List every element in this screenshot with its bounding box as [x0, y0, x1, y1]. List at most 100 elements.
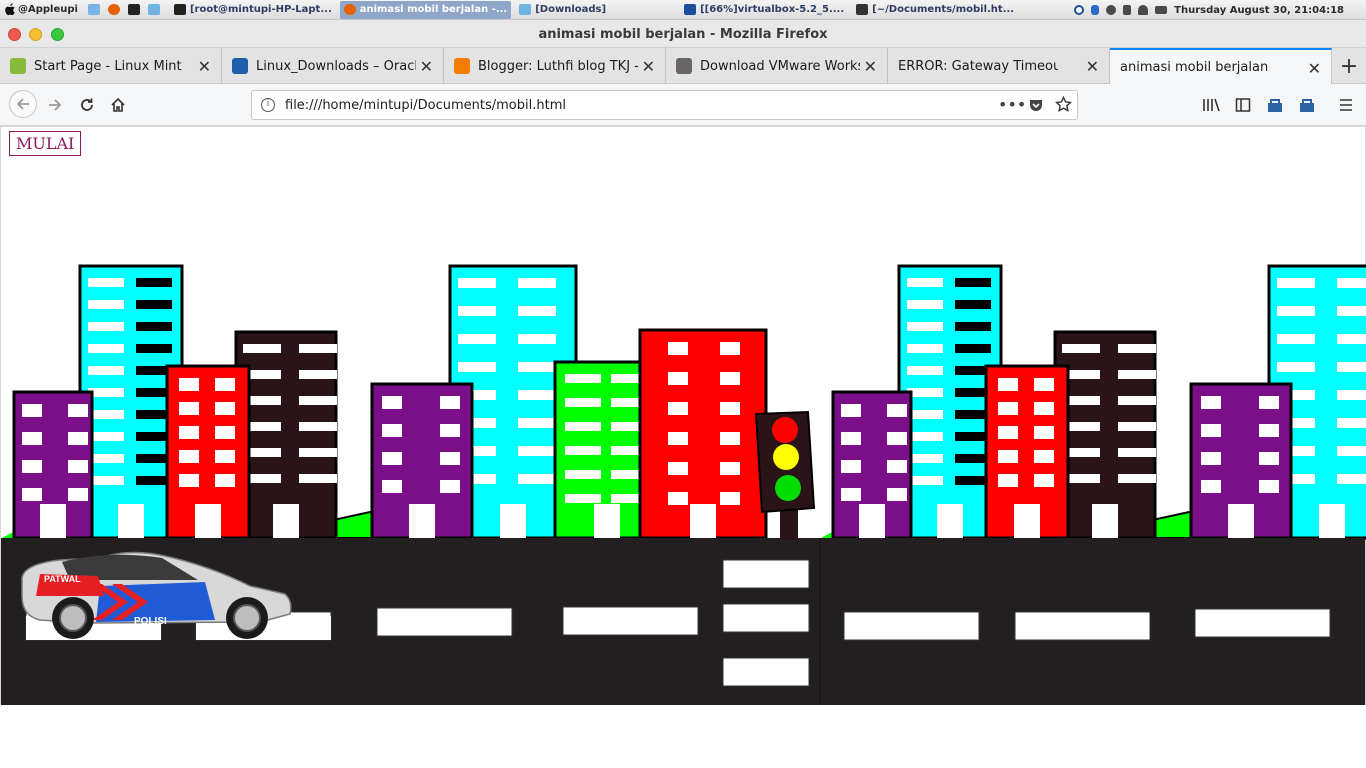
info-icon[interactable]: i	[261, 98, 275, 112]
building-window	[88, 278, 124, 287]
building-window	[88, 366, 124, 375]
building-window	[22, 432, 42, 445]
extension-icon-2[interactable]	[1298, 96, 1316, 114]
close-tab-icon[interactable]: ✕	[420, 57, 433, 76]
clock[interactable]: Thursday August 30, 21:04:18	[1174, 5, 1344, 16]
window-title: animasi mobil berjalan - Mozilla Firefox	[538, 27, 828, 42]
city-skyline-repeat	[821, 264, 1366, 540]
building-window	[1259, 424, 1279, 437]
building-window	[1118, 422, 1156, 431]
building-window	[907, 344, 943, 353]
building-window	[518, 278, 556, 288]
pocket-icon[interactable]	[1028, 97, 1044, 113]
terminal-launcher-icon[interactable]	[127, 1, 144, 19]
hamburger-menu-icon[interactable]	[1338, 97, 1354, 113]
close-tab-icon[interactable]: ✕	[1308, 59, 1321, 78]
building-window	[565, 446, 601, 455]
building-window	[1062, 344, 1100, 353]
taskbar-item-firefox[interactable]: animasi mobil berjalan -...	[339, 0, 512, 19]
tab-label: ERROR: Gateway Timeout	[898, 58, 1058, 74]
car-side-label: POLISI	[134, 616, 167, 627]
page-content: PATWAL POLISI MULAI	[0, 126, 1366, 768]
close-tab-icon[interactable]: ✕	[198, 57, 211, 76]
start-button[interactable]: MULAI	[9, 131, 82, 156]
building-window	[1034, 474, 1054, 487]
building-window	[382, 480, 402, 493]
building-window	[136, 278, 172, 287]
building-window	[299, 422, 337, 431]
user-icon[interactable]	[1106, 5, 1117, 15]
window-titlebar[interactable]: animasi mobil berjalan - Mozilla Firefox	[0, 20, 1366, 48]
building-window	[22, 488, 42, 501]
library-icon[interactable]	[1202, 97, 1220, 113]
building-window	[998, 402, 1018, 415]
building-window	[668, 462, 688, 475]
building-window	[668, 492, 688, 505]
building-window	[565, 422, 601, 431]
taskbar-item-terminal[interactable]: [root@mintupi-HP-Lapt...	[170, 1, 336, 19]
tab-start-page[interactable]: Start Page - Linux Mint ✕	[0, 48, 222, 84]
building-window	[518, 306, 556, 316]
home-button[interactable]	[105, 92, 131, 118]
tab-linux-downloads[interactable]: Linux_Downloads – Oracle VM ✕	[222, 48, 444, 84]
extension-icon[interactable]	[1266, 96, 1284, 114]
menu-button[interactable]: @Appleupi	[4, 1, 78, 19]
new-tab-button[interactable]: +	[1332, 48, 1366, 84]
wifi-icon[interactable]	[1138, 5, 1149, 15]
lock-icon[interactable]	[1123, 5, 1132, 15]
building-window	[955, 300, 991, 309]
taskbar-item-editor[interactable]: [~/Documents/mobil.ht...	[852, 1, 1018, 19]
building-window	[887, 404, 907, 417]
taskbar-item-downloads[interactable]: [Downloads]	[515, 1, 610, 19]
building-window	[907, 278, 943, 287]
close-tab-icon[interactable]: ✕	[1086, 57, 1099, 76]
building-window	[1259, 480, 1279, 493]
building-window	[565, 398, 601, 407]
building-window	[136, 344, 172, 353]
building-window	[1034, 426, 1054, 439]
battery-icon[interactable]	[1155, 6, 1168, 14]
building-window	[720, 492, 740, 505]
building-window	[1277, 278, 1315, 288]
building-window	[907, 366, 943, 375]
building-window	[440, 480, 460, 493]
building-door	[690, 504, 716, 538]
building-window	[955, 278, 991, 287]
reload-button[interactable]	[74, 92, 100, 118]
building-window	[215, 426, 235, 439]
firefox-launcher-icon[interactable]	[107, 1, 124, 19]
tab-label: Linux_Downloads – Oracle VM	[256, 58, 416, 74]
building-window	[179, 378, 199, 391]
building-window	[998, 426, 1018, 439]
building-door	[273, 504, 299, 538]
building-window	[22, 460, 42, 473]
building-window	[382, 396, 402, 409]
update-icon[interactable]	[1074, 5, 1085, 15]
building-window	[841, 488, 861, 501]
bookmark-star-icon[interactable]	[1055, 96, 1072, 113]
bluetooth-icon[interactable]	[1091, 5, 1100, 15]
sidebar-icon[interactable]	[1235, 97, 1251, 113]
page-actions-icon[interactable]: •••	[998, 95, 1026, 114]
tab-vmware[interactable]: Download VMware Workstation ✕	[666, 48, 888, 84]
tab-gateway-error[interactable]: ERROR: Gateway Timeout ✕	[888, 48, 1110, 84]
tab-label: Start Page - Linux Mint	[34, 58, 182, 74]
taskbar-item-virtualbox[interactable]: [[66%]virtualbox-5.2_5....	[680, 1, 848, 19]
building-window	[955, 344, 991, 353]
forward-button[interactable]	[42, 92, 68, 118]
url-text[interactable]: file:///home/mintupi/Documents/mobil.htm…	[285, 98, 566, 113]
building-window	[136, 300, 172, 309]
tab-blogger[interactable]: Blogger: Luthfi blog TKJ - Buat ✕	[444, 48, 666, 84]
building-window	[668, 432, 688, 445]
green-light	[775, 475, 801, 501]
close-tab-icon[interactable]: ✕	[864, 57, 877, 76]
building-window	[440, 396, 460, 409]
back-button[interactable]	[9, 90, 37, 118]
tab-animasi-mobil[interactable]: animasi mobil berjalan ✕	[1110, 48, 1332, 84]
close-tab-icon[interactable]: ✕	[642, 57, 655, 76]
url-bar[interactable]: i file:///home/mintupi/Documents/mobil.h…	[251, 90, 1078, 120]
building-window	[299, 396, 337, 405]
lane-marking	[1014, 611, 1151, 641]
files-launcher-icon[interactable]	[147, 1, 164, 19]
show-desktop-icon[interactable]	[87, 1, 104, 19]
